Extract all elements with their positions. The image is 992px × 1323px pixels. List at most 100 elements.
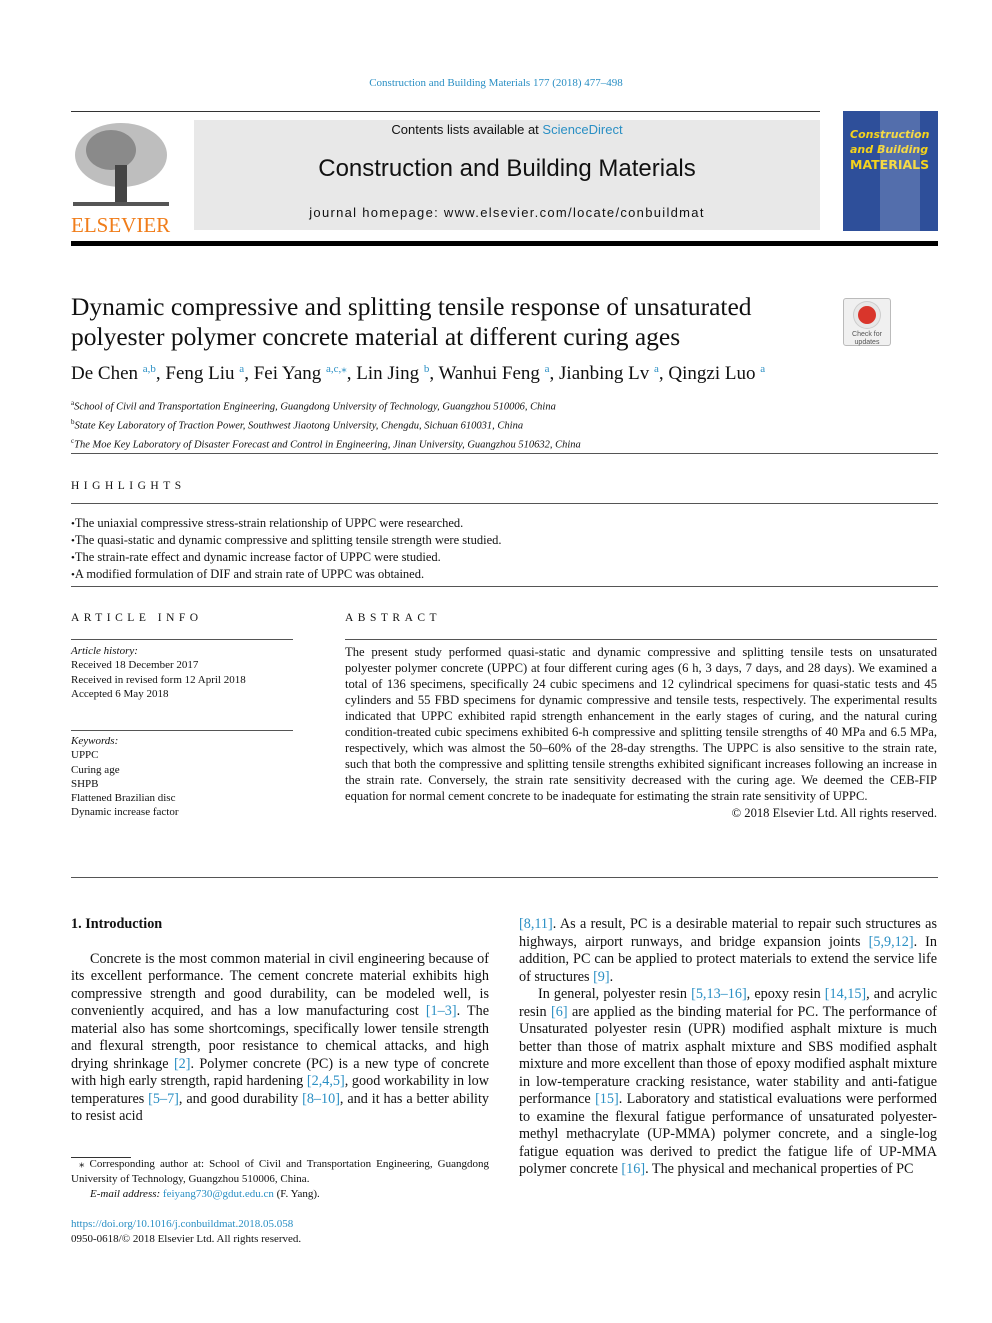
email-label: E-mail address: <box>90 1188 163 1200</box>
issn-copyright: 0950-0618/© 2018 Elsevier Ltd. All right… <box>71 1233 302 1245</box>
body-paragraph: In general, polyester resin [5,13–16], e… <box>519 986 937 1179</box>
citation-link[interactable]: [5–7] <box>148 1091 179 1107</box>
highlight-item: The quasi-static and dynamic compressive… <box>71 532 502 549</box>
article-title: Dynamic compressive and splitting tensil… <box>71 292 752 351</box>
citation-link[interactable]: [16] <box>621 1161 645 1177</box>
abstract-heading: ABSTRACT <box>345 612 442 624</box>
check-updates-button[interactable]: Check for updates <box>843 298 891 346</box>
check-updates-icon <box>854 302 880 328</box>
body-text: . <box>609 968 614 985</box>
header-divider <box>71 241 938 246</box>
highlight-item: The uniaxial compressive stress-strain r… <box>71 515 502 532</box>
body-right-column: [8,11]. As a result, PC is a desirable m… <box>519 916 937 1179</box>
author-name[interactable]: Lin Jing <box>356 363 419 384</box>
journal-homepage[interactable]: journal homepage: www.elsevier.com/locat… <box>194 205 820 220</box>
body-text: . The physical and mechanical properties… <box>645 1161 914 1177</box>
author-separator: , <box>244 363 254 384</box>
article-history: Article history: Received 18 December 20… <box>71 644 293 701</box>
citation-link[interactable]: [8–10] <box>302 1091 340 1107</box>
highlight-item: A modified formulation of DIF and strain… <box>71 566 502 583</box>
citation-link[interactable]: [14,15] <box>825 986 866 1002</box>
keyword: UPPC <box>71 749 99 762</box>
abstract-text: The present study performed quasi-static… <box>345 645 937 803</box>
author-name[interactable]: Jianbing Lv <box>559 363 649 384</box>
citation-link[interactable]: [5,13–16] <box>691 986 747 1002</box>
elsevier-logo: ELSEVIER <box>71 120 171 237</box>
journal-banner: Contents lists available at ScienceDirec… <box>194 120 820 230</box>
check-updates-label: Check for updates <box>852 331 882 346</box>
citation-link[interactable]: [2] <box>174 1056 191 1072</box>
body-text: , epoxy resin <box>746 986 825 1002</box>
journal-cover[interactable]: Construction and Building MATERIALS <box>843 111 938 231</box>
body-left-column: 1. Introduction Concrete is the most com… <box>71 916 489 1126</box>
author-name[interactable]: Wanhui Feng <box>439 363 540 384</box>
keyword: Curing age <box>71 763 120 776</box>
abstract: The present study performed quasi-static… <box>345 644 937 821</box>
body-text: In general, polyester resin <box>538 986 692 1002</box>
revised-date: Received in revised form 12 April 2018 <box>71 673 246 686</box>
journal-title: Construction and Building Materials <box>318 155 696 182</box>
affiliation: bState Key Laboratory of Traction Power,… <box>71 415 581 434</box>
author-separator: , <box>155 363 166 384</box>
body-paragraph: Concrete is the most common material in … <box>71 951 489 1126</box>
divider <box>345 639 937 640</box>
citation-link[interactable]: [1–3] <box>426 1003 457 1019</box>
journal-citation-link[interactable]: Construction and Building Materials 177 … <box>0 77 992 89</box>
article-info-heading: ARTICLE INFO <box>71 612 203 624</box>
author-name[interactable]: De Chen <box>71 363 138 384</box>
author-list: De Chen a,b, Feng Liu a, Fei Yang a,c,⁎,… <box>71 362 765 385</box>
highlights-list: The uniaxial compressive stress-strain r… <box>71 515 502 583</box>
author-name[interactable]: Fei Yang <box>254 363 322 384</box>
divider <box>71 639 293 640</box>
body-paragraph: [8,11]. As a result, PC is a desirable m… <box>519 916 937 986</box>
divider <box>71 453 938 454</box>
author-separator: , <box>658 363 669 384</box>
affiliations: aSchool of Civil and Transportation Engi… <box>71 396 581 453</box>
citation-link[interactable]: [15] <box>595 1091 619 1107</box>
affiliation-text: School of Civil and Transportation Engin… <box>74 401 556 413</box>
contents-label: Contents lists available at <box>391 122 543 137</box>
sciencedirect-link[interactable]: ScienceDirect <box>542 122 622 137</box>
accepted-date: Accepted 6 May 2018 <box>71 687 169 700</box>
citation-link[interactable]: [9] <box>593 969 610 985</box>
divider <box>71 730 293 731</box>
author-name[interactable]: Qingzi Luo <box>668 363 755 384</box>
author-separator: , <box>429 363 439 384</box>
affiliation: cThe Moe Key Laboratory of Disaster Fore… <box>71 434 581 453</box>
affiliation: aSchool of Civil and Transportation Engi… <box>71 396 581 415</box>
history-label: Article history: <box>71 645 138 657</box>
author-separator: , <box>346 363 357 384</box>
author-affiliation-marker[interactable]: a <box>760 363 765 375</box>
email-link[interactable]: feiyang730@gdut.edu.cn <box>163 1188 274 1200</box>
citation-link[interactable]: [2,4,5] <box>307 1073 345 1089</box>
citation-link[interactable]: [6] <box>551 1004 568 1020</box>
keyword: SHPB <box>71 777 99 790</box>
keywords-label: Keywords: <box>71 735 119 747</box>
citation-link[interactable]: [8,11] <box>519 916 553 932</box>
keywords: Keywords: UPPC Curing age SHPB Flattened… <box>71 734 293 820</box>
citation-text[interactable]: Construction and Building Materials 177 … <box>369 77 623 89</box>
keyword: Dynamic increase factor <box>71 806 179 819</box>
keyword: Flattened Brazilian disc <box>71 792 176 805</box>
divider <box>71 877 938 878</box>
abstract-copyright: © 2018 Elsevier Ltd. All rights reserved… <box>731 806 937 820</box>
divider <box>71 586 938 587</box>
publisher-name: ELSEVIER <box>71 213 171 237</box>
author-name[interactable]: Feng Liu <box>165 363 234 384</box>
author-affiliation-marker[interactable]: a,b <box>143 363 156 375</box>
affiliation-text: State Key Laboratory of Traction Power, … <box>74 420 524 432</box>
divider <box>71 503 938 504</box>
author-affiliation-marker[interactable]: a,c,⁎ <box>326 363 347 375</box>
section-heading: 1. Introduction <box>71 916 163 932</box>
affiliation-text: The Moe Key Laboratory of Disaster Forec… <box>74 439 581 451</box>
email-suffix: (F. Yang). <box>273 1188 320 1200</box>
received-date: Received 18 December 2017 <box>71 659 199 672</box>
body-text: , and good durability <box>178 1090 303 1107</box>
doi-link[interactable]: https://doi.org/10.1016/j.conbuildmat.20… <box>71 1218 293 1230</box>
author-separator: , <box>549 363 560 384</box>
highlights-heading: HIGHLIGHTS <box>71 480 186 492</box>
footnotes: ⁎ Corresponding author at: School of Civ… <box>71 1157 489 1247</box>
citation-link[interactable]: [5,9,12] <box>869 934 914 950</box>
divider <box>71 111 820 112</box>
corresponding-author-note: ⁎ Corresponding author at: School of Civ… <box>71 1158 489 1185</box>
